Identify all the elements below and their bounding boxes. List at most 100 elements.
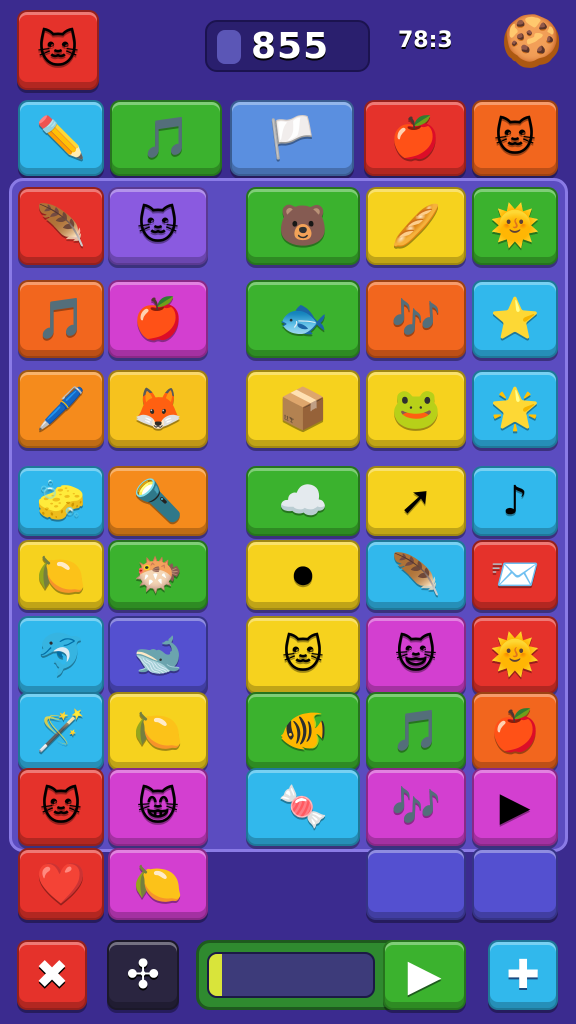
tile-pufferfish[interactable]: 🐡 <box>108 540 208 610</box>
cloud-icon: ☁️ <box>278 478 328 524</box>
fish-icon: 🐟 <box>278 296 328 342</box>
star-face-icon: 🌟 <box>490 386 540 432</box>
arrow-icon: ➚ <box>399 478 433 524</box>
frog-icon: 🐸 <box>391 386 441 432</box>
tile-sun[interactable]: 🌞 <box>472 187 558 265</box>
tile-music-note[interactable]: ♪ <box>472 466 558 536</box>
cat-avatar-button[interactable]: 🐱 <box>17 10 99 90</box>
tile-flashlight[interactable]: 🔦 <box>108 466 208 536</box>
fish-icon: 🐠 <box>278 708 328 754</box>
cookie-button[interactable]: 🍪 <box>501 12 563 70</box>
tile-lemon[interactable]: 🍋 <box>108 692 208 770</box>
score-panel: 855 <box>205 20 370 72</box>
tile-paper-plane[interactable]: 📨 <box>472 540 558 610</box>
tile-music-note[interactable]: 🎵 <box>110 100 222 176</box>
cat-face-icon: 🐱 <box>494 115 536 161</box>
flashlight-icon: 🔦 <box>133 478 183 524</box>
music-notes-icon: 🎶 <box>391 296 441 342</box>
whale-icon: 🐋 <box>133 632 183 678</box>
music-note-icon: 🎵 <box>36 296 86 342</box>
tile-feather-duster[interactable]: 🪶 <box>18 187 104 265</box>
tile-lemon[interactable]: 🍋 <box>108 848 208 920</box>
timer-value: 78:3 <box>398 28 453 53</box>
tile-play[interactable]: ▶ <box>472 768 558 846</box>
sun-face-icon: 🌞 <box>490 632 540 678</box>
flag-icon: 🏳️ <box>267 115 317 161</box>
feather-icon: 🪶 <box>391 552 441 598</box>
tile-fish[interactable]: 🐠 <box>246 692 360 770</box>
settings-icon: ✚ <box>506 952 540 998</box>
tile-sun-face[interactable]: 🌞 <box>472 616 558 694</box>
play-button[interactable]: ▶ <box>383 940 466 1010</box>
lemon-icon: 🍋 <box>36 552 86 598</box>
play-icon: ▶ <box>407 949 442 1001</box>
progress-fill <box>209 954 223 996</box>
tile-cat-face[interactable]: 🐱 <box>472 100 558 176</box>
score-value: 855 <box>251 26 330 67</box>
heart-icon: ❤️ <box>36 861 86 907</box>
bear-face-icon: 🐻 <box>278 203 328 249</box>
tile-apple[interactable]: 🍎 <box>472 692 558 770</box>
tile-cat-face[interactable]: 😺 <box>366 616 466 694</box>
tile-cat-face[interactable]: 🐱 <box>18 768 104 846</box>
tile-wand[interactable]: 🪄 <box>18 692 104 770</box>
tile-whale[interactable]: 🐋 <box>108 616 208 694</box>
settings-button[interactable]: ✚ <box>488 940 558 1010</box>
cat-face-icon: 😸 <box>137 784 179 830</box>
tile-cat-face[interactable]: 🐱 <box>246 616 360 694</box>
tile-music-note[interactable]: 🎵 <box>366 692 466 770</box>
wand-icon: 🪄 <box>36 708 86 754</box>
tile-dolphin[interactable]: 🐬 <box>18 616 104 694</box>
tile-fish[interactable]: 🐟 <box>246 280 360 358</box>
tile-apple[interactable]: 🍎 <box>364 100 466 176</box>
music-note-icon: 🎵 <box>391 708 441 754</box>
feather-duster-icon: 🪶 <box>36 203 86 249</box>
progress-track <box>207 952 375 998</box>
tile-pencil[interactable]: 🖊️ <box>18 370 104 448</box>
tile-music-notes[interactable]: 🎶 <box>366 280 466 358</box>
tile-bear-face[interactable]: 🐻 <box>246 187 360 265</box>
tile-star[interactable]: ⭐ <box>472 280 558 358</box>
tile-empty-slot[interactable] <box>366 848 466 920</box>
pufferfish-icon: 🐡 <box>133 552 183 598</box>
close-button[interactable]: ✖ <box>17 940 87 1010</box>
tile-candy[interactable]: 🍬 <box>246 768 360 846</box>
tile-fox-face[interactable]: 🦊 <box>108 370 208 448</box>
tile-box[interactable]: 📦 <box>246 370 360 448</box>
tile-apple[interactable]: 🍎 <box>108 280 208 358</box>
shuffle-icon: ✣ <box>126 952 160 998</box>
tile-empty-slot[interactable] <box>472 848 558 920</box>
rolling-pin-icon: 🥖 <box>391 203 441 249</box>
apple-icon: 🍎 <box>490 708 540 754</box>
cat-face-icon: 🐱 <box>137 203 179 249</box>
candy-icon: 🍬 <box>278 784 328 830</box>
star-icon: ⭐ <box>490 296 540 342</box>
tile-music-note[interactable]: 🎵 <box>18 280 104 358</box>
score-pill <box>217 30 241 64</box>
tile-eraser[interactable]: 🧽 <box>18 466 104 536</box>
eraser-icon: 🧽 <box>36 478 86 524</box>
cat-face-icon: 🐱 <box>37 27 79 73</box>
tile-heart[interactable]: ❤️ <box>18 848 104 920</box>
shuffle-button[interactable]: ✣ <box>107 940 179 1010</box>
tile-red-button[interactable]: ⏺ <box>246 540 360 610</box>
tile-cat-face[interactable]: 😸 <box>108 768 208 846</box>
tile-lemon[interactable]: 🍋 <box>18 540 104 610</box>
tile-frog[interactable]: 🐸 <box>366 370 466 448</box>
tile-cat-face[interactable]: 🐱 <box>108 187 208 265</box>
paper-plane-icon: 📨 <box>490 552 540 598</box>
tile-rolling-pin[interactable]: 🥖 <box>366 187 466 265</box>
tile-cloud[interactable]: ☁️ <box>246 466 360 536</box>
tile-flag[interactable]: 🏳️ <box>230 100 354 176</box>
cat-face-icon: 🐱 <box>40 784 82 830</box>
play-icon: ▶ <box>499 784 531 830</box>
tile-music-note[interactable]: 🎶 <box>366 768 466 846</box>
tile-feather[interactable]: 🪶 <box>366 540 466 610</box>
music-note-icon: 🎵 <box>141 115 191 161</box>
sun-icon: 🌞 <box>490 203 540 249</box>
tile-arrow[interactable]: ➚ <box>366 466 466 536</box>
tile-star-face[interactable]: 🌟 <box>472 370 558 448</box>
tile-pencil[interactable]: ✏️ <box>18 100 104 176</box>
box-icon: 📦 <box>278 386 328 432</box>
close-icon: ✖ <box>35 952 69 998</box>
